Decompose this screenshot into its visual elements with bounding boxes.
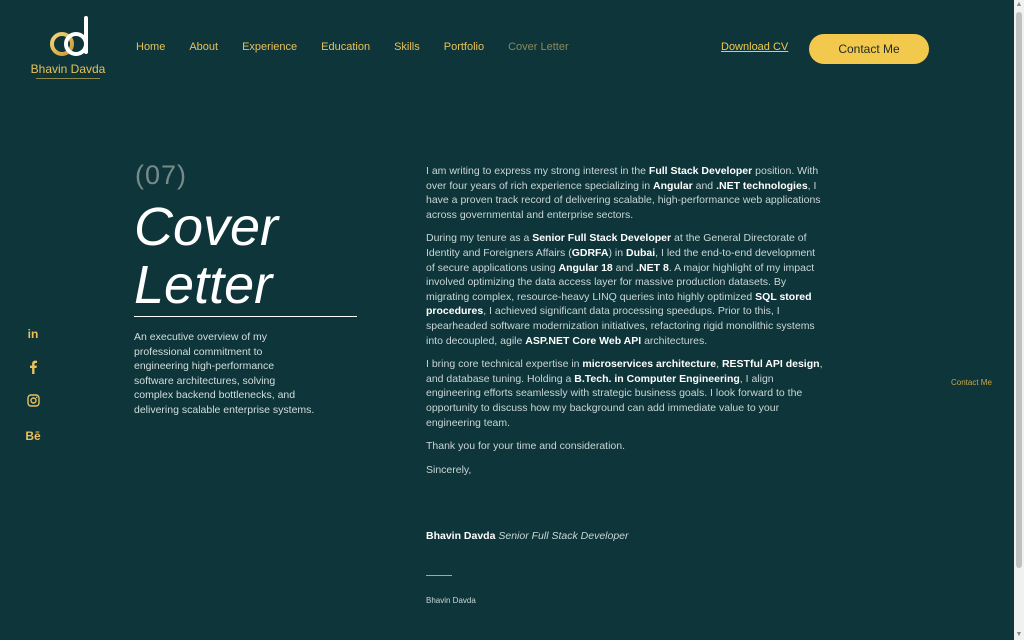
download-cv-link[interactable]: Download CV xyxy=(721,41,788,53)
scrollbar-thumb[interactable] xyxy=(1016,12,1022,568)
scrollbar[interactable]: ▲ ▼ xyxy=(1014,0,1024,640)
nav-experience[interactable]: Experience xyxy=(242,41,297,53)
behance-icon[interactable]: Bē xyxy=(25,428,41,444)
signature-title: Senior Full Stack Developer xyxy=(498,530,629,542)
nav-education[interactable]: Education xyxy=(321,41,370,53)
logo-underline xyxy=(36,78,100,79)
signature-divider xyxy=(426,575,452,576)
facebook-icon[interactable] xyxy=(25,360,41,376)
linkedin-icon[interactable]: in xyxy=(25,326,41,342)
cover-letter-body: I am writing to express my strong intere… xyxy=(426,164,824,486)
signature-name: Bhavin Davda xyxy=(426,530,496,542)
title-line-1: Cover xyxy=(134,197,279,257)
letter-paragraph-4: Thank you for your time and consideratio… xyxy=(426,440,626,453)
nav-skills[interactable]: Skills xyxy=(394,41,420,53)
page-title: Cover Letter xyxy=(134,198,278,314)
scroll-down-icon[interactable]: ▼ xyxy=(1015,630,1023,640)
logo[interactable]: Bhavin Davda xyxy=(30,14,106,80)
instagram-icon[interactable] xyxy=(25,394,41,410)
letter-paragraph-3: I bring core technical expertise in micr… xyxy=(426,358,823,429)
title-line-2: Letter xyxy=(134,255,273,315)
title-divider xyxy=(134,316,357,317)
scroll-up-icon[interactable]: ▲ xyxy=(1015,0,1023,10)
letter-paragraph-5: Sincerely, xyxy=(426,463,472,476)
contact-me-button[interactable]: Contact Me xyxy=(809,34,929,64)
letter-paragraph-1: I am writing to express my strong intere… xyxy=(426,165,821,221)
nav-cover-letter[interactable]: Cover Letter xyxy=(508,41,569,53)
letter-paragraph-2: During my tenure as a Senior Full Stack … xyxy=(426,232,816,347)
section-summary: An executive overview of my professional… xyxy=(134,331,315,416)
nav-about[interactable]: About xyxy=(189,41,218,53)
nav-home[interactable]: Home xyxy=(136,41,165,53)
section-number: (07) xyxy=(135,160,188,190)
logo-text: Bhavin Davda xyxy=(30,62,106,76)
nav-portfolio[interactable]: Portfolio xyxy=(444,41,484,53)
signature-small: Bhavin Davda xyxy=(426,596,476,605)
main-nav: Home About Experience Education Skills P… xyxy=(136,41,593,53)
logo-mark-icon xyxy=(50,16,88,56)
signature: Bhavin Davda Senior Full Stack Developer xyxy=(426,530,629,542)
side-contact-link[interactable]: Contact Me xyxy=(951,378,992,387)
